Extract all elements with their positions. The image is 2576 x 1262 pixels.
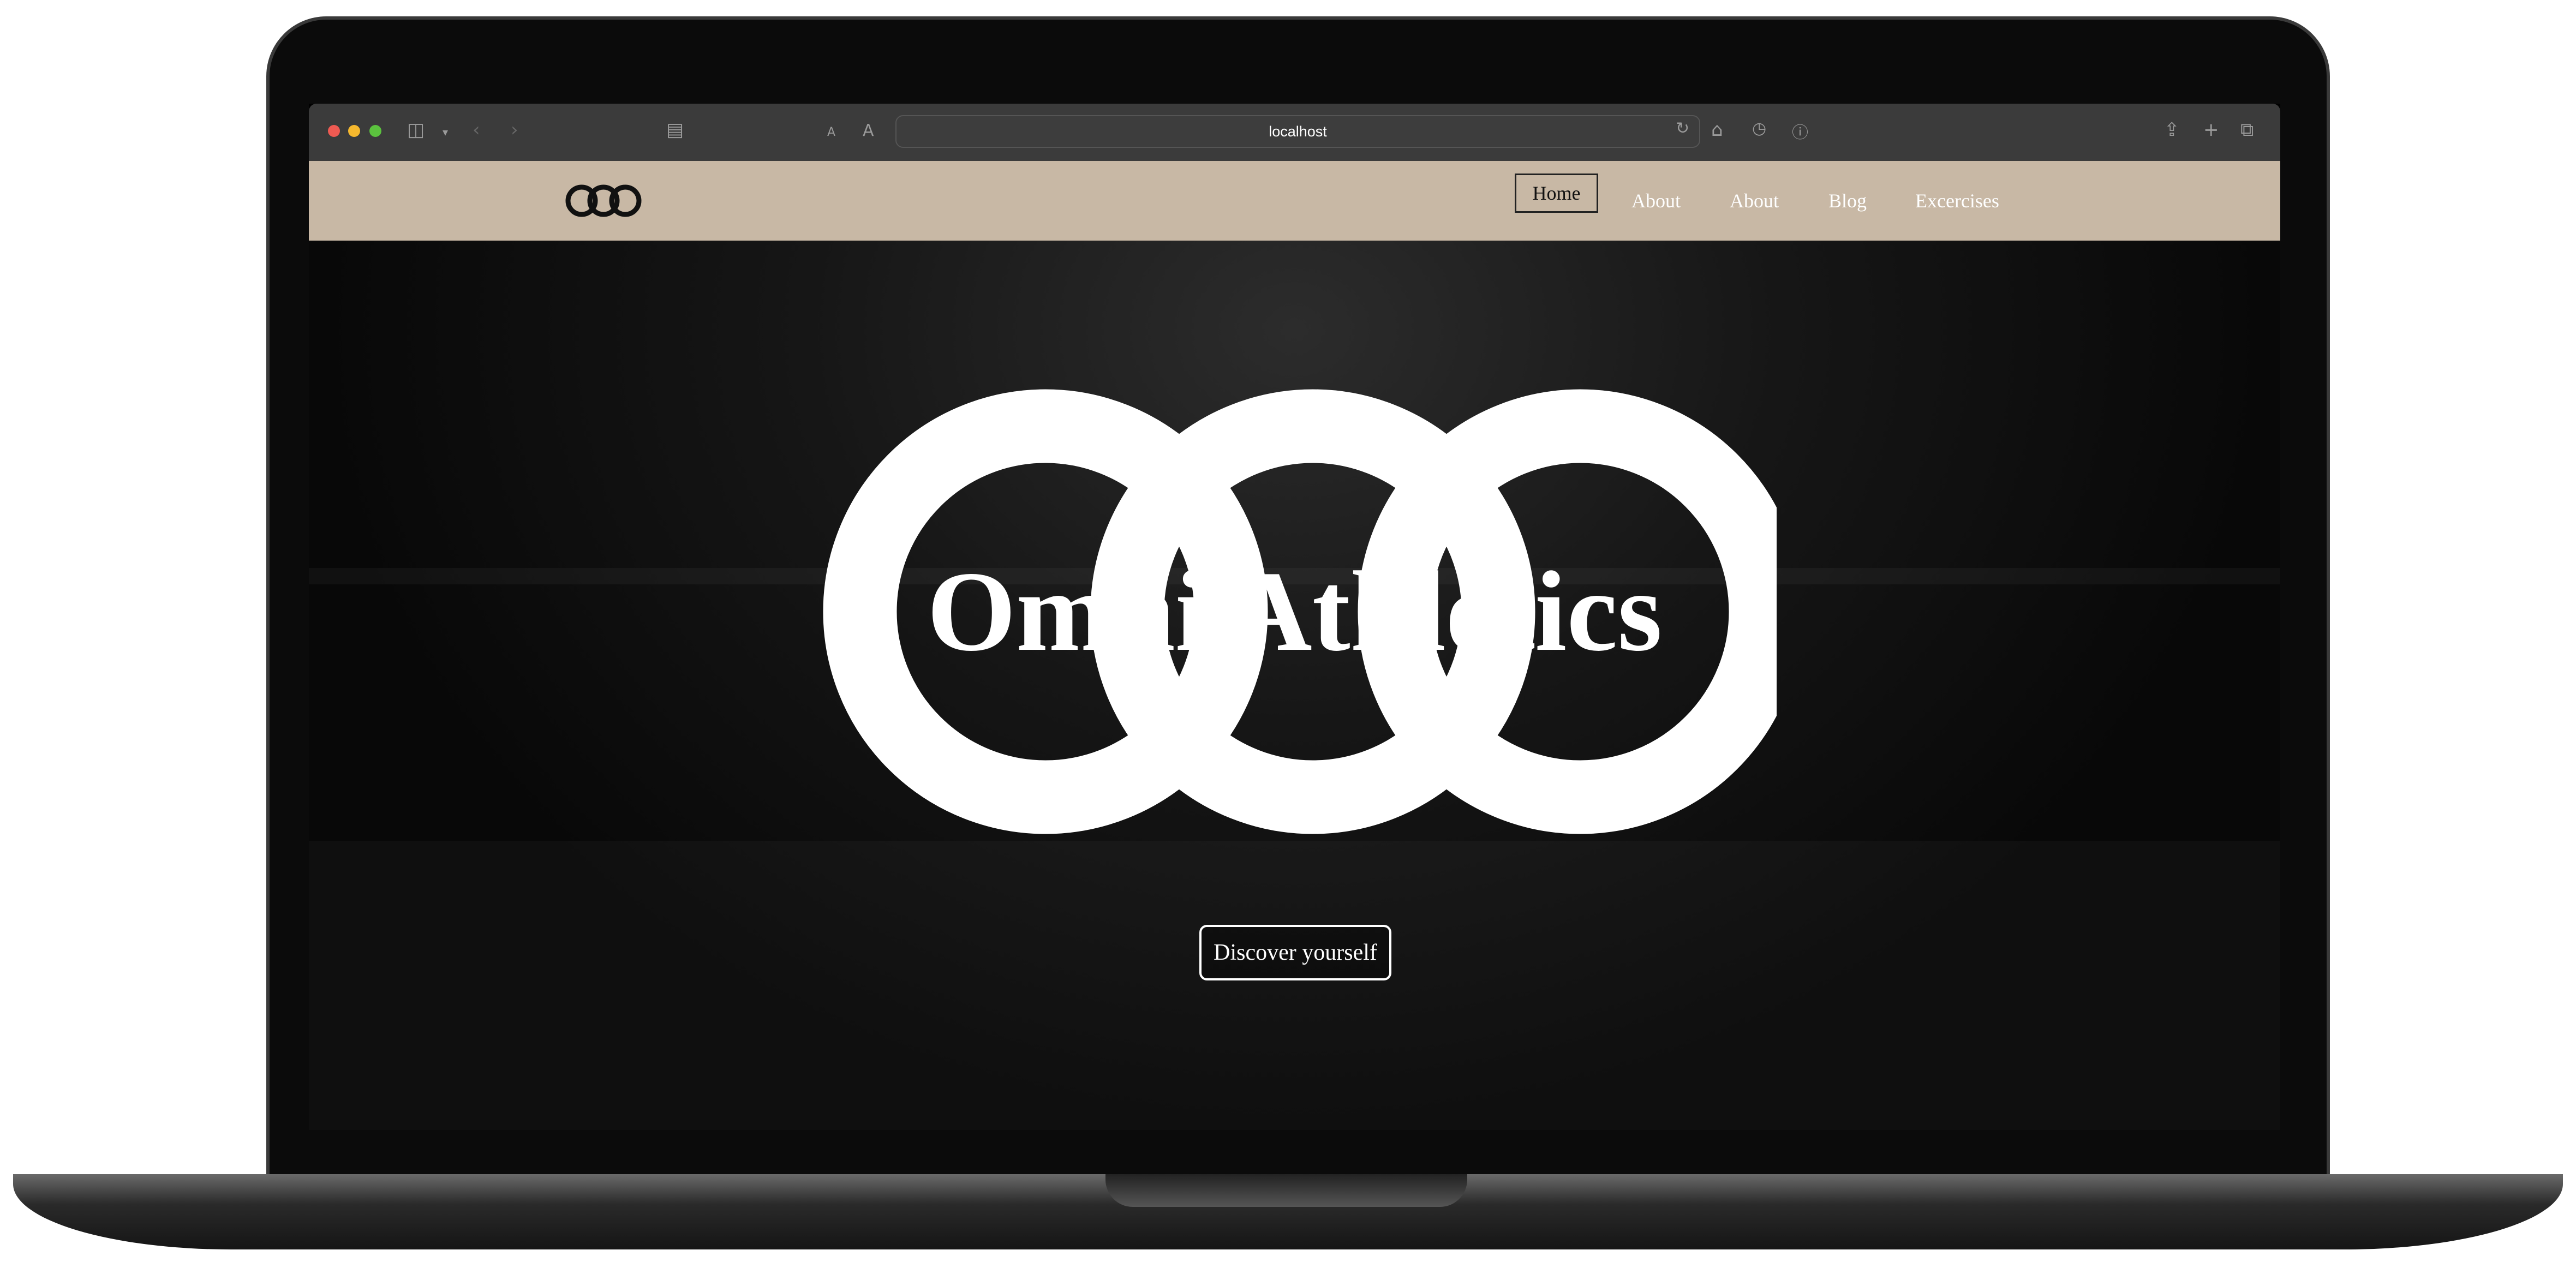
nav-blog[interactable]: Blog bbox=[1828, 161, 1867, 241]
laptop-notch bbox=[1105, 1174, 1467, 1207]
tabs-overview-icon[interactable]: ⧉ bbox=[2240, 119, 2254, 141]
site-logo[interactable] bbox=[565, 182, 642, 220]
site-navbar: Home About About Blog Excercises bbox=[309, 161, 2280, 241]
forward-icon[interactable]: › bbox=[511, 119, 518, 141]
nav-about[interactable]: About bbox=[1631, 161, 1681, 241]
text-larger-button[interactable]: A bbox=[863, 121, 874, 140]
chevron-down-icon[interactable]: ▾ bbox=[443, 125, 448, 139]
back-icon[interactable]: ‹ bbox=[473, 119, 480, 141]
share-icon[interactable]: ⇪ bbox=[2164, 119, 2180, 141]
text-smaller-button[interactable]: A bbox=[827, 125, 835, 139]
nav-exercises[interactable]: Excercises bbox=[1915, 161, 1999, 241]
info-icon[interactable]: ⓘ bbox=[1792, 119, 1808, 143]
minimize-window-button[interactable] bbox=[348, 125, 360, 137]
maximize-window-button[interactable] bbox=[369, 125, 381, 137]
new-tab-icon[interactable]: + bbox=[2203, 119, 2219, 141]
hero-title: Omni Athletics bbox=[927, 548, 1663, 675]
close-window-button[interactable] bbox=[328, 125, 340, 137]
browser-toolbar: ◫ ▾ ‹ › ▤ A A localhost ↻ ⌂ ◷ ⓘ ⇪ + ⧉ bbox=[309, 104, 2280, 161]
nav-about-2[interactable]: About bbox=[1730, 161, 1779, 241]
hero-section: Omni Athletics Discover yourself bbox=[309, 241, 2280, 1130]
nav-home[interactable]: Home bbox=[1515, 174, 1598, 213]
history-icon[interactable]: ◷ bbox=[1752, 119, 1766, 138]
discover-button[interactable]: Discover yourself bbox=[1199, 925, 1391, 980]
reload-icon[interactable]: ↻ bbox=[1676, 119, 1689, 138]
privacy-icon[interactable]: ▤ bbox=[666, 119, 684, 141]
address-bar[interactable]: localhost bbox=[895, 115, 1700, 148]
hero-floor bbox=[309, 841, 2280, 1130]
browser-window: ◫ ▾ ‹ › ▤ A A localhost ↻ ⌂ ◷ ⓘ ⇪ + ⧉ Ho… bbox=[309, 104, 2280, 1130]
home-icon[interactable]: ⌂ bbox=[1711, 119, 1723, 141]
sidebar-icon[interactable]: ◫ bbox=[407, 119, 425, 141]
